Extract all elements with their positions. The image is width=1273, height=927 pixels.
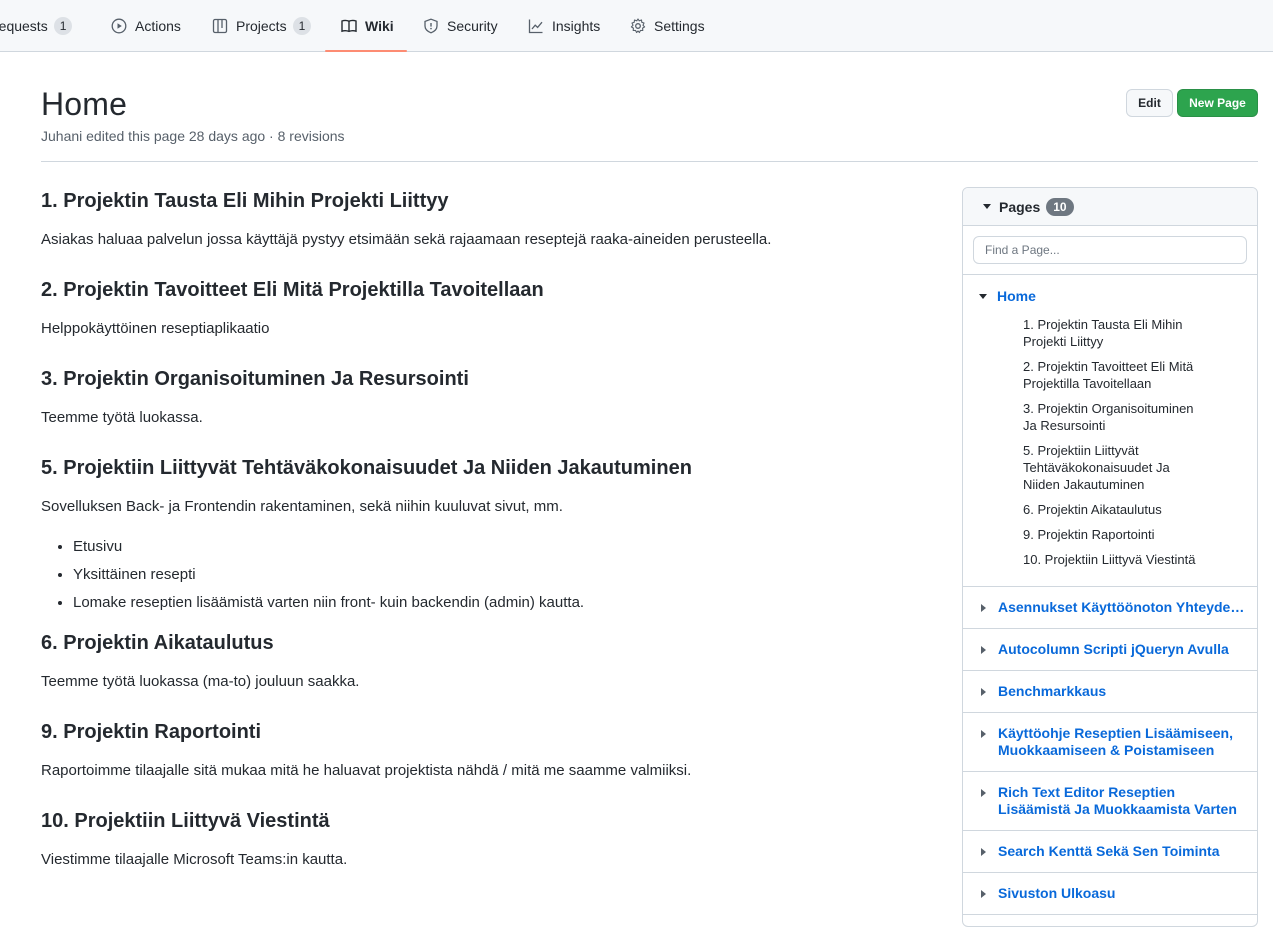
home-toc: 1. Projektin Tausta Eli Mihin Projekti L… bbox=[963, 316, 1257, 568]
page-entry[interactable]: Autocolumn Scripti jQueryn Avulla bbox=[963, 629, 1257, 671]
new-page-button[interactable]: New Page bbox=[1177, 89, 1258, 117]
section-text: Teemme työtä luokassa. bbox=[41, 409, 203, 426]
page-link[interactable]: Sivuston Ulkoasu bbox=[998, 885, 1249, 902]
page-link[interactable]: Benchmarkkaus bbox=[998, 683, 1249, 700]
revision-info[interactable]: Juhani edited this page 28 days ago · 8 … bbox=[41, 128, 345, 144]
tab-label: Projects bbox=[236, 18, 287, 34]
page-entry[interactable]: Search Kenttä Sekä Sen Toiminta bbox=[963, 831, 1257, 873]
tab-security[interactable]: Security bbox=[423, 0, 498, 52]
chevron-right-icon[interactable] bbox=[981, 848, 986, 856]
chevron-down-icon bbox=[983, 204, 991, 209]
edit-button[interactable]: Edit bbox=[1126, 89, 1173, 117]
toc-link[interactable]: 1. Projektin Tausta Eli Mihin Projekti L… bbox=[1023, 316, 1198, 350]
tab-actions[interactable]: Actions bbox=[111, 0, 181, 52]
toc-link[interactable]: 5. Projektiin Liittyvät Tehtäväkokonaisu… bbox=[1023, 442, 1198, 493]
find-page-input[interactable] bbox=[973, 236, 1247, 264]
book-icon bbox=[341, 18, 357, 34]
list-item: Yksittäinen resepti bbox=[73, 564, 921, 586]
tab-label: Insights bbox=[552, 18, 601, 34]
tab-label: Wiki bbox=[365, 18, 394, 34]
section-heading: 1. Projektin Tausta Eli Mihin Projekti L… bbox=[41, 190, 449, 212]
chevron-down-icon[interactable] bbox=[979, 293, 987, 299]
wiki-content: 1. Projektin Tausta Eli Mihin Projekti L… bbox=[41, 188, 921, 871]
tab-pull-requests[interactable]: requests 1 bbox=[0, 0, 73, 52]
home-row[interactable]: Home bbox=[963, 288, 1257, 304]
table-icon bbox=[212, 18, 228, 34]
section-text: Helppokäyttöinen reseptiaplikaatio bbox=[41, 320, 270, 337]
repo-nav: requests 1 Actions Projects 1 Wiki Secur… bbox=[0, 0, 1273, 52]
tab-wiki[interactable]: Wiki bbox=[341, 0, 394, 52]
tab-count: 1 bbox=[292, 17, 312, 35]
pages-title: Pages bbox=[999, 198, 1041, 215]
chevron-right-icon[interactable] bbox=[981, 688, 986, 696]
tab-insights[interactable]: Insights bbox=[528, 0, 600, 52]
page-link[interactable]: Rich Text Editor Reseptien Lisäämistä Ja… bbox=[998, 784, 1249, 818]
chevron-right-icon[interactable] bbox=[981, 730, 986, 738]
page-link[interactable]: Search Kenttä Sekä Sen Toiminta bbox=[998, 843, 1249, 860]
pages-count-badge: 10 bbox=[1046, 197, 1074, 216]
tab-projects[interactable]: Projects 1 bbox=[212, 0, 312, 52]
list-item: Lomake reseptien lisäämistä varten niin … bbox=[73, 592, 921, 614]
chevron-right-icon[interactable] bbox=[981, 604, 986, 612]
section-text: Asiakas haluaa palvelun jossa käyttäjä p… bbox=[41, 231, 772, 248]
page-link[interactable]: Autocolumn Scripti jQueryn Avulla bbox=[998, 641, 1249, 658]
shield-icon bbox=[423, 18, 439, 34]
tab-label: Settings bbox=[654, 18, 705, 34]
tab-label: Actions bbox=[135, 18, 181, 34]
pages-header[interactable]: Pages 10 bbox=[963, 188, 1257, 226]
tab-settings[interactable]: Settings bbox=[630, 0, 705, 52]
selected-tab-indicator bbox=[325, 50, 407, 52]
tab-label: Security bbox=[447, 18, 498, 34]
tab-count: 1 bbox=[53, 17, 73, 35]
section-text: Raportoimme tilaajalle sitä mukaa mitä h… bbox=[41, 762, 692, 779]
section-heading: 2. Projektin Tavoitteet Eli Mitä Projekt… bbox=[41, 279, 544, 301]
pages-sidebar: Pages 10 Home 1. Projektin Tausta Eli Mi… bbox=[962, 187, 1258, 927]
page-search-wrapper bbox=[963, 226, 1257, 275]
gear-icon bbox=[630, 18, 646, 34]
page-entry[interactable]: Käyttöohje Reseptien Lisäämiseen, Muokka… bbox=[963, 713, 1257, 772]
play-icon bbox=[111, 18, 127, 34]
chevron-right-icon[interactable] bbox=[981, 890, 986, 898]
section-heading: 6. Projektin Aikataulutus bbox=[41, 632, 274, 654]
page-entry[interactable]: Asennukset Käyttöönoton Yhteydessä... bbox=[963, 587, 1257, 629]
toc-link[interactable]: 6. Projektin Aikataulutus bbox=[1023, 501, 1198, 518]
home-page-entry: Home 1. Projektin Tausta Eli Mihin Proje… bbox=[963, 275, 1257, 587]
section-text: Viestimme tilaajalle Microsoft Teams:in … bbox=[41, 851, 348, 868]
toc-link[interactable]: 2. Projektin Tavoitteet Eli Mitä Projekt… bbox=[1023, 358, 1198, 392]
graph-icon bbox=[528, 18, 544, 34]
section-text: Teemme työtä luokassa (ma-to) jouluun sa… bbox=[41, 673, 360, 690]
page-entry[interactable]: Rich Text Editor Reseptien Lisäämistä Ja… bbox=[963, 772, 1257, 831]
chevron-right-icon[interactable] bbox=[981, 789, 986, 797]
section-text: Sovelluksen Back- ja Frontendin rakentam… bbox=[41, 498, 563, 515]
page-entry[interactable]: Benchmarkkaus bbox=[963, 671, 1257, 713]
tab-label: requests bbox=[0, 18, 48, 34]
toc-link[interactable]: 10. Projektiin Liittyvä Viestintä bbox=[1023, 551, 1198, 568]
header-divider bbox=[41, 161, 1258, 162]
chevron-right-icon[interactable] bbox=[981, 646, 986, 654]
bullet-list: Etusivu Yksittäinen resepti Lomake resep… bbox=[41, 536, 921, 614]
section-heading: 5. Projektiin Liittyvät Tehtäväkokonaisu… bbox=[41, 457, 692, 479]
page-link[interactable]: Käyttöohje Reseptien Lisäämiseen, Muokka… bbox=[998, 725, 1249, 759]
page-title: Home bbox=[41, 86, 128, 122]
section-heading: 10. Projektiin Liittyvä Viestintä bbox=[41, 810, 330, 832]
page-link[interactable]: Asennukset Käyttöönoton Yhteydessä... bbox=[998, 599, 1249, 616]
toc-link[interactable]: 3. Projektin Organisoituminen Ja Resurso… bbox=[1023, 400, 1198, 434]
section-heading: 9. Projektin Raportointi bbox=[41, 721, 262, 743]
section-heading: 3. Projektin Organisoituminen Ja Resurso… bbox=[41, 368, 469, 390]
list-item: Etusivu bbox=[73, 536, 921, 558]
toc-link[interactable]: 9. Projektin Raportointi bbox=[1023, 526, 1198, 543]
home-link[interactable]: Home bbox=[997, 288, 1036, 304]
